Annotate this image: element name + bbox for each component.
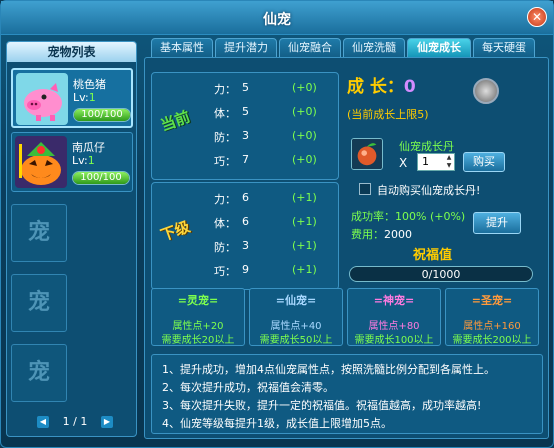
pet-list-panel: 宠物列表 桃色猪 Lv:1 100/100 南瓜仔 Lv:1 100/100 宠… [6, 41, 137, 437]
stat-row: 力： 5 (+0) [214, 81, 317, 96]
empty-pet-slot[interactable]: 宠 [11, 204, 67, 262]
prev-page-icon[interactable]: ◀ [37, 416, 49, 428]
blessing-bar: 0/1000 [349, 266, 533, 282]
hp-text: 100/100 [80, 172, 122, 183]
tab-basic-attributes[interactable]: 基本属性 [151, 38, 213, 58]
tier-requirement: 需要成长20以上 [161, 335, 235, 346]
pumpkin-avatar-icon [15, 136, 67, 188]
tier-requirement: 需要成长100以上 [354, 335, 434, 346]
tier-card: =灵宠= 属性点+20 需要成长20以上 [151, 288, 245, 346]
hp-text: 100/100 [81, 109, 123, 120]
cost: 费用：2000 [351, 228, 412, 241]
growth-pill-icon[interactable] [351, 138, 383, 170]
page-indicator: 1 / 1 [62, 415, 88, 428]
empty-pet-slot[interactable]: 宠 [11, 274, 67, 332]
pet-hp-bar: 100/100 [73, 108, 131, 122]
auto-buy-label: 自动购买仙宠成长丹! [377, 184, 481, 197]
tier-card: =仙宠= 属性点+40 需要成长50以上 [249, 288, 343, 346]
upgrade-button[interactable]: 提升 [473, 212, 521, 234]
tier-list: =灵宠= 属性点+20 需要成长20以上 =仙宠= 属性点+40 需要成长50以… [151, 288, 543, 346]
pet-slot-2[interactable]: 南瓜仔 Lv:1 100/100 [11, 132, 133, 192]
next-level-stats-box: 下级 力： 6 (+1) 体： 6 (+1) 防： 3 (+1) 巧： 9 (+1) [151, 182, 339, 290]
current-label: 当前 [158, 107, 193, 135]
tier-card: =神宠= 属性点+80 需要成长100以上 [347, 288, 441, 346]
stat-row: 体： 6 (+1) [214, 215, 317, 230]
buy-button[interactable]: 购买 [463, 152, 505, 172]
success-rate: 成功率：100% (+0%) [351, 210, 466, 223]
empty-pet-slot[interactable]: 宠 [11, 344, 67, 402]
close-button[interactable]: ✕ [527, 7, 547, 27]
item-name: 仙宠成长丹 [399, 140, 454, 153]
tier-requirement: 需要成长50以上 [259, 335, 333, 346]
stat-row: 体： 5 (+0) [214, 105, 317, 120]
tier-bonus: 属性点+160 [463, 321, 521, 332]
tier-name: =仙宠= [275, 294, 317, 307]
tier-name: =圣宠= [471, 294, 513, 307]
note-line: 1、提升成功，增加4点仙宠属性点，按照洗髓比例分配到各属性上。 [162, 363, 495, 376]
blessing-text: 0/1000 [421, 268, 461, 281]
tier-bonus: 属性点+40 [270, 321, 322, 332]
rules-notes: 1、提升成功，增加4点仙宠属性点，按照洗髓比例分配到各属性上。 2、每次提升成功… [151, 354, 543, 434]
stat-row: 力： 6 (+1) [214, 191, 317, 206]
tab-pet-fusion[interactable]: 仙宠融合 [279, 38, 341, 58]
pet-list-pager: ◀ 1 / 1 ▶ [37, 413, 113, 431]
medal-icon [473, 78, 499, 104]
tier-card: =圣宠= 属性点+160 需要成长200以上 [445, 288, 539, 346]
tier-name: =灵宠= [177, 294, 219, 307]
pet-slot-1[interactable]: 桃色猪 Lv:1 100/100 [11, 68, 133, 128]
growth-value: 成 长：0 [347, 77, 416, 97]
pet-name: 桃色猪 [73, 78, 106, 91]
pet-list-title: 宠物列表 [7, 42, 136, 62]
note-line: 4、仙宠等级每提升1级，成长值上限增加5点。 [162, 417, 392, 430]
auto-buy-checkbox[interactable] [359, 183, 371, 195]
pet-level: Lv:1 [73, 91, 96, 104]
tab-pet-refine[interactable]: 仙宠洗髓 [343, 38, 405, 58]
window-title: 仙宠 [263, 12, 291, 28]
stat-row: 巧： 9 (+1) [214, 263, 317, 278]
pet-level: Lv:1 [72, 154, 95, 167]
current-stats-box: 当前 力： 5 (+0) 体： 5 (+0) 防： 3 (+0) 巧： 7 (+0) [151, 72, 339, 180]
blessing-title: 祝福值 [413, 248, 453, 263]
stat-row: 防： 3 (+1) [214, 239, 317, 254]
pig-avatar-icon [16, 73, 68, 125]
note-line: 3、每次提升失败，提升一定的祝福值。祝福值越高，成功率越高! [162, 399, 482, 412]
tab-boost-potential[interactable]: 提升潜力 [215, 38, 277, 58]
tier-bonus: 属性点+20 [172, 321, 224, 332]
growth-cap: (当前成长上限5) [347, 108, 429, 121]
quantity-stepper[interactable]: ▲ ▼ [444, 154, 454, 170]
pet-name: 南瓜仔 [72, 141, 105, 154]
tier-requirement: 需要成长200以上 [452, 335, 532, 346]
stat-row: 防： 3 (+0) [214, 129, 317, 144]
note-line: 2、每次提升成功，祝福值会清零。 [162, 381, 334, 394]
tab-pet-growth[interactable]: 仙宠成长 [407, 38, 471, 58]
qty-multiplier: X [399, 156, 408, 170]
next-level-label: 下级 [158, 217, 193, 245]
tier-bonus: 属性点+80 [368, 321, 420, 332]
title-bar: 仙宠 ✕ [1, 1, 553, 35]
pet-window: 仙宠 ✕ 宠物列表 桃色猪 Lv:1 100/100 南瓜仔 Lv:1 100/… [0, 0, 554, 448]
tab-daily-egg[interactable]: 每天硬蛋 [473, 38, 535, 58]
stat-row: 巧： 7 (+0) [214, 153, 317, 168]
pet-hp-bar: 100/100 [72, 171, 130, 185]
growth-panel: 当前 力： 5 (+0) 体： 5 (+0) 防： 3 (+0) 巧： 7 (+0) 下级 力：… [144, 57, 549, 439]
next-page-icon[interactable]: ▶ [101, 416, 113, 428]
tier-name: =神宠= [373, 294, 415, 307]
